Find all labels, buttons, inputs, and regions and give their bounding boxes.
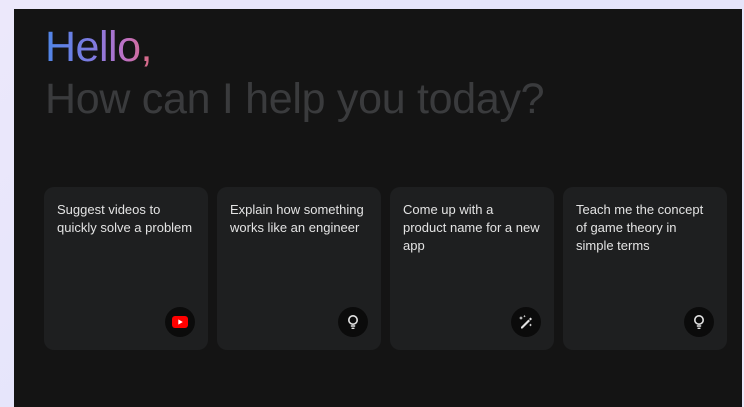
greeting-heading: Hello, [45,23,152,71]
suggestion-card-text: Suggest videos to quickly solve a proble… [57,202,193,235]
lightbulb-icon [684,307,714,337]
edit-sparkle-icon [511,307,541,337]
suggestion-cards: Suggest videos to quickly solve a proble… [44,187,727,350]
suggestion-card-game-theory[interactable]: Teach me the concept of game theory in s… [563,187,727,350]
suggestion-card-videos[interactable]: Suggest videos to quickly solve a proble… [44,187,208,350]
suggestion-card-text: Come up with a product name for a new ap… [403,202,540,253]
lightbulb-icon [338,307,368,337]
suggestion-card-product-name[interactable]: Come up with a product name for a new ap… [390,187,554,350]
suggestion-card-engineer[interactable]: Explain how something works like an engi… [217,187,381,350]
suggestion-card-text: Teach me the concept of game theory in s… [576,202,704,253]
help-prompt-heading: How can I help you today? [45,75,545,123]
chat-home-screen: Hello, How can I help you today? Suggest… [14,9,742,407]
youtube-icon [165,307,195,337]
suggestion-card-text: Explain how something works like an engi… [230,202,364,235]
